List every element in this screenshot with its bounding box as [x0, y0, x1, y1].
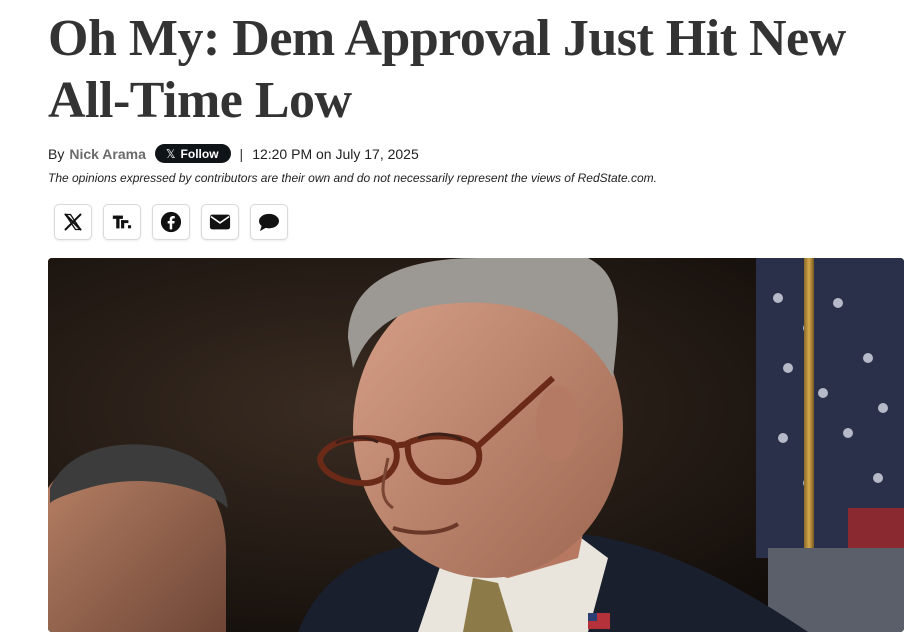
x-logo-icon: 𝕏 [165, 146, 176, 161]
follow-label: Follow [180, 146, 219, 161]
follow-button[interactable]: 𝕏 Follow [154, 144, 231, 163]
share-email-button[interactable] [201, 204, 239, 240]
author-link[interactable]: Nick Arama [69, 146, 146, 162]
contributor-disclaimer: The opinions expressed by contributors a… [48, 171, 657, 185]
email-icon [209, 214, 231, 230]
truth-social-icon [112, 215, 132, 229]
byline-separator: | [239, 145, 244, 162]
share-x-button[interactable] [54, 204, 92, 240]
article-title: Oh My: Dem Approval Just Hit New All-Tim… [48, 10, 846, 129]
share-toolbar [54, 204, 288, 240]
x-logo-icon [64, 213, 82, 231]
byline-prefix: By [48, 145, 65, 162]
share-facebook-button[interactable] [152, 204, 190, 240]
share-comment-button[interactable] [250, 204, 288, 240]
share-truth-social-button[interactable] [103, 204, 141, 240]
publish-timestamp: 12:20 PM on July 17, 2025 [252, 145, 419, 162]
article-hero-image [48, 258, 904, 632]
byline: By Nick Arama 𝕏 Follow | 12:20 PM on Jul… [48, 144, 419, 163]
comment-icon [259, 213, 279, 232]
facebook-icon [160, 211, 182, 233]
